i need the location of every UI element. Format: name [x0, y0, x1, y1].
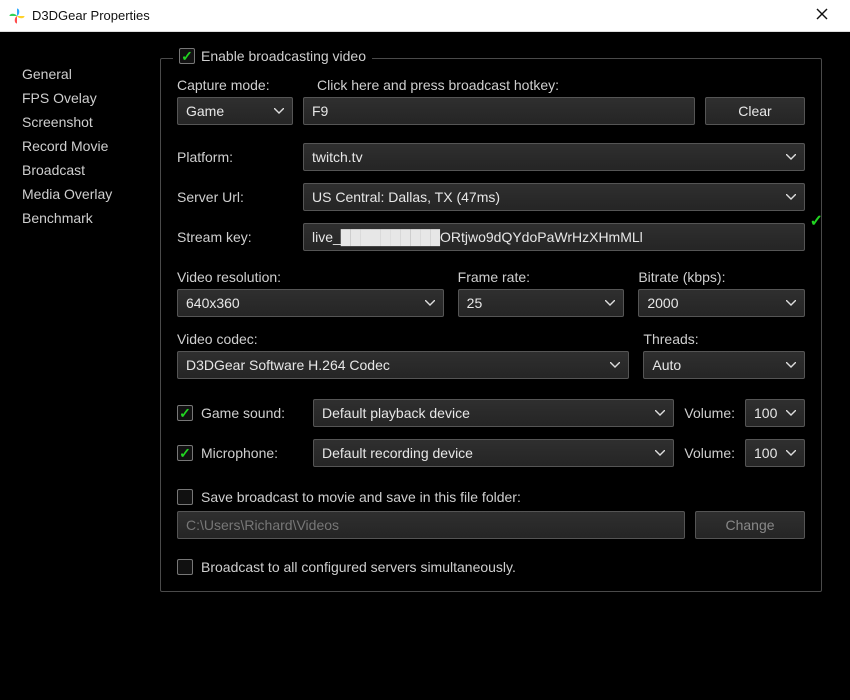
chevron-down-icon: [786, 194, 796, 200]
server-url-select[interactable]: US Central: Dallas, TX (47ms): [303, 183, 805, 211]
game-sound-device-select[interactable]: Default playback device: [313, 399, 674, 427]
platform-value: twitch.tv: [312, 149, 363, 165]
stream-key-valid-icon: ✓: [810, 211, 823, 231]
window-title: D3DGear Properties: [32, 8, 802, 23]
server-url-label: Server Url:: [177, 189, 293, 205]
clear-hotkey-button[interactable]: Clear: [705, 97, 805, 125]
game-sound-checkbox[interactable]: [177, 405, 193, 421]
sidebar-item-record-movie[interactable]: Record Movie: [22, 134, 150, 158]
enable-broadcast-label: Enable broadcasting video: [201, 48, 366, 64]
chevron-down-icon: [786, 300, 796, 306]
all-servers-checkbox[interactable]: [177, 559, 193, 575]
chevron-down-icon: [786, 362, 796, 368]
video-codec-select[interactable]: D3DGear Software H.264 Codec: [177, 351, 629, 379]
capture-mode-select[interactable]: Game: [177, 97, 293, 125]
close-button[interactable]: [802, 7, 842, 25]
all-servers-label: Broadcast to all configured servers simu…: [201, 559, 516, 575]
bitrate-select[interactable]: 2000: [638, 289, 805, 317]
game-sound-label: Game sound:: [201, 405, 285, 421]
chevron-down-icon: [605, 300, 615, 306]
close-icon: [816, 8, 828, 20]
save-broadcast-label: Save broadcast to movie and save in this…: [201, 489, 521, 505]
sidebar-item-general[interactable]: General: [22, 62, 150, 86]
stream-key-input[interactable]: live_██████████ORtjwo9dQYdoPaWrHzXHmMLl: [303, 223, 805, 251]
chevron-down-icon: [425, 300, 435, 306]
client-area: General FPS Ovelay Screenshot Record Mov…: [0, 32, 850, 700]
sidebar-item-media-overlay[interactable]: Media Overlay: [22, 182, 150, 206]
stream-key-label: Stream key:: [177, 229, 293, 245]
titlebar: D3DGear Properties: [0, 0, 850, 32]
chevron-down-icon: [274, 108, 284, 114]
chevron-down-icon: [786, 154, 796, 160]
game-sound-volume-label: Volume:: [684, 405, 735, 421]
video-codec-label: Video codec:: [177, 331, 629, 347]
frame-rate-label: Frame rate:: [458, 269, 625, 285]
sidebar-item-benchmark[interactable]: Benchmark: [22, 206, 150, 230]
bitrate-label: Bitrate (kbps):: [638, 269, 805, 285]
hotkey-label: Click here and press broadcast hotkey:: [317, 77, 559, 93]
sidebar-item-fps-overlay[interactable]: FPS Ovelay: [22, 86, 150, 110]
chevron-down-icon: [655, 450, 665, 456]
app-window: D3DGear Properties General FPS Ovelay Sc…: [0, 0, 850, 700]
save-broadcast-checkbox[interactable]: [177, 489, 193, 505]
broadcast-fieldset: Enable broadcasting video Capture mode: …: [160, 58, 822, 592]
game-sound-volume-select[interactable]: 100: [745, 399, 805, 427]
microphone-volume-select[interactable]: 100: [745, 439, 805, 467]
app-icon: [8, 7, 26, 25]
broadcast-panel: Enable broadcasting video Capture mode: …: [160, 48, 850, 684]
microphone-label: Microphone:: [201, 445, 278, 461]
sidebar-item-screenshot[interactable]: Screenshot: [22, 110, 150, 134]
microphone-volume-label: Volume:: [684, 445, 735, 461]
threads-select[interactable]: Auto: [643, 351, 805, 379]
microphone-checkbox[interactable]: [177, 445, 193, 461]
platform-label: Platform:: [177, 149, 293, 165]
server-url-value: US Central: Dallas, TX (47ms): [312, 189, 500, 205]
sidebar-item-broadcast[interactable]: Broadcast: [22, 158, 150, 182]
threads-label: Threads:: [643, 331, 805, 347]
chevron-down-icon: [655, 410, 665, 416]
frame-rate-select[interactable]: 25: [458, 289, 625, 317]
video-resolution-select[interactable]: 640x360: [177, 289, 444, 317]
hotkey-input[interactable]: F9: [303, 97, 695, 125]
chevron-down-icon: [610, 362, 620, 368]
chevron-down-icon: [786, 410, 796, 416]
sidebar: General FPS Ovelay Screenshot Record Mov…: [0, 48, 160, 684]
platform-select[interactable]: twitch.tv: [303, 143, 805, 171]
video-resolution-label: Video resolution:: [177, 269, 444, 285]
enable-broadcast-checkbox[interactable]: [179, 48, 195, 64]
chevron-down-icon: [786, 450, 796, 456]
change-folder-button[interactable]: Change: [695, 511, 805, 539]
enable-broadcast-legend: Enable broadcasting video: [173, 48, 372, 64]
microphone-device-select[interactable]: Default recording device: [313, 439, 674, 467]
capture-mode-label: Capture mode:: [177, 77, 293, 93]
capture-mode-value: Game: [186, 103, 224, 119]
save-path-input[interactable]: C:\Users\Richard\Videos: [177, 511, 685, 539]
